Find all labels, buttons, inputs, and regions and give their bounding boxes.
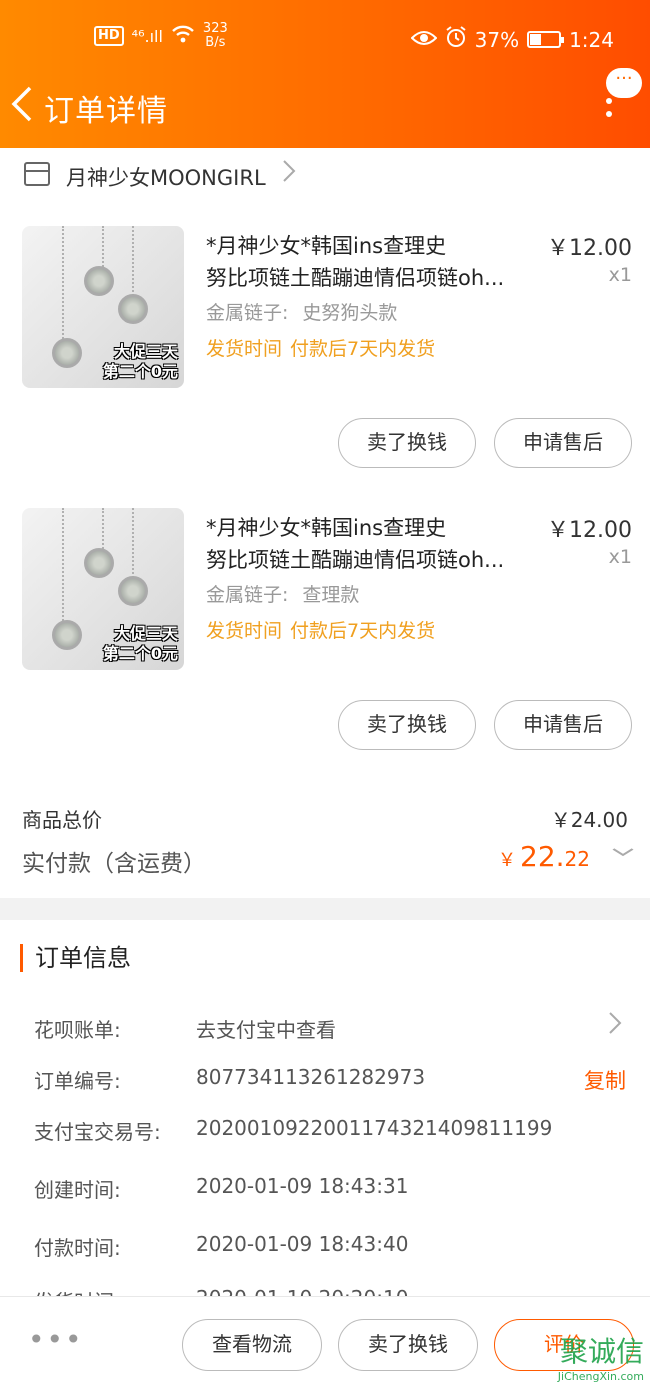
info-label: 付款时间:: [34, 1236, 121, 1260]
promo-label: 大促三天 第二个0元: [103, 342, 178, 382]
eye-icon: [410, 28, 438, 52]
info-value: 2020-01-09 18:43:31: [196, 1174, 409, 1198]
signal-icon: ⁴⁶.ıll: [131, 26, 163, 46]
copy-button[interactable]: 复制: [584, 1065, 626, 1095]
sell-button[interactable]: 卖了换钱: [338, 418, 476, 468]
ship-value: 付款后7天内发货: [290, 620, 436, 642]
shipping-time: 发货时间 付款后7天内发货: [206, 334, 435, 361]
goods-total-value: ￥24.00: [550, 808, 628, 832]
sell-button[interactable]: 卖了换钱: [338, 1319, 478, 1371]
paid-amount-label: 实付款（含运费）: [22, 851, 206, 877]
info-value: 2020-01-09 18:43:40: [196, 1232, 409, 1256]
chevron-right-icon: [282, 158, 296, 190]
shop-name: 月神少女MOONGIRL: [66, 166, 266, 190]
battery-icon: [527, 31, 565, 48]
wifi-icon: [171, 24, 195, 49]
more-menu-icon[interactable]: [606, 98, 612, 124]
ship-value: 付款后7天内发货: [290, 338, 436, 360]
watermark-text: 聚诚信: [559, 1335, 644, 1368]
product-price: ￥12.00: [547, 236, 632, 261]
chevron-right-icon: [608, 1010, 622, 1043]
product-sku: 金属链子: 查理款: [206, 580, 359, 607]
product-sku: 金属链子: 史努狗头款: [206, 298, 397, 325]
promo-label: 大促三天 第二个0元: [103, 624, 178, 664]
product-image[interactable]: 大促三天 第二个0元: [22, 226, 184, 388]
product-title-line-1: *月神少女*韩国ins查理史: [206, 516, 447, 540]
promo-line-2: 第二个0元: [102, 644, 178, 663]
currency-symbol: ￥: [498, 850, 517, 871]
section-divider: [0, 898, 650, 920]
after-sale-button[interactable]: 申请售后: [494, 700, 632, 750]
chevron-down-icon[interactable]: [612, 840, 634, 865]
back-chevron-icon[interactable]: [8, 84, 34, 131]
view-logistics-button[interactable]: 查看物流: [182, 1319, 322, 1371]
after-sale-button[interactable]: 申请售后: [494, 418, 632, 468]
info-row-huabei[interactable]: 花呗账单: 去支付宝中查看: [0, 1012, 650, 1054]
shop-row[interactable]: 月神少女MOONGIRL: [0, 148, 650, 204]
shipping-time: 发货时间 付款后7天内发货: [206, 616, 435, 643]
store-icon: [24, 162, 50, 186]
goods-total-label: 商品总价: [22, 808, 102, 832]
battery-percent: 37%: [474, 27, 520, 52]
paid-amount-value[interactable]: ￥ 22.22: [498, 840, 590, 873]
watermark-site: JiChengXin.com: [557, 1370, 644, 1383]
promo-line-1: 大促三天: [113, 342, 178, 361]
sell-button[interactable]: 卖了换钱: [338, 700, 476, 750]
net-speed-unit: B/s: [205, 35, 226, 50]
product-price: ￥12.00: [547, 518, 632, 543]
net-speed-value: 323: [202, 21, 228, 36]
promo-line-2: 第二个0元: [102, 362, 178, 381]
price-summary: 商品总价 ￥24.00 实付款（含运费） ￥ 22.22: [0, 800, 650, 898]
promo-line-1: 大促三天: [113, 624, 178, 643]
product-quantity: x1: [608, 264, 632, 286]
sku-label: 金属链子:: [206, 584, 289, 606]
sku-value: 查理款: [302, 584, 360, 606]
info-label: 订单编号:: [34, 1069, 121, 1093]
bottom-action-bar: ••• 查看物流 卖了换钱 评价 聚诚信 JiChengXin.com: [0, 1296, 650, 1390]
header-bar: HD ⁴⁶.ıll 323 B/s 37% 1:24 订单详情 ···: [0, 0, 650, 148]
info-value: 807734113261282973: [196, 1065, 426, 1089]
sku-label: 金属链子:: [206, 302, 289, 324]
order-item: 大促三天 第二个0元 *月神少女*韩国ins查理史 努比项链土酷蹦迪情侣项链oh…: [0, 508, 650, 778]
net-speed: 323 B/s: [203, 22, 228, 50]
order-item: 大促三天 第二个0元 *月神少女*韩国ins查理史 努比项链土酷蹦迪情侣项链oh…: [0, 226, 650, 496]
info-label: 支付宝交易号:: [34, 1120, 161, 1144]
product-title-line-1: *月神少女*韩国ins查理史: [206, 234, 447, 258]
product-title[interactable]: *月神少女*韩国ins查理史 努比项链土酷蹦迪情侣项链oh...: [206, 512, 536, 576]
order-info-title: 订单信息: [20, 944, 131, 972]
message-bubble-icon[interactable]: ···: [606, 68, 642, 98]
info-label: 花呗账单:: [34, 1018, 121, 1042]
info-row-created-time: 创建时间: 2020-01-09 18:43:31: [0, 1174, 650, 1214]
product-quantity: x1: [608, 546, 632, 568]
product-image[interactable]: 大促三天 第二个0元: [22, 508, 184, 670]
ship-label: 发货时间: [206, 338, 283, 360]
nav-bar: 订单详情 ···: [0, 68, 650, 136]
sku-value: 史努狗头款: [302, 302, 398, 324]
product-title-line-2: 努比项链土酷蹦迪情侣项链oh...: [206, 266, 505, 290]
info-value: 2020010922001174321409811199: [196, 1116, 553, 1140]
watermark-logo: 聚诚信 JiChengXin.com: [526, 1334, 650, 1390]
paid-amount-decimal: 22: [564, 847, 590, 871]
product-title[interactable]: *月神少女*韩国ins查理史 努比项链土酷蹦迪情侣项链oh...: [206, 230, 536, 294]
info-row-alipay-number: 支付宝交易号: 2020010922001174321409811199: [0, 1116, 650, 1156]
ship-label: 发货时间: [206, 620, 283, 642]
more-actions-icon[interactable]: •••: [28, 1326, 84, 1354]
product-title-line-2: 努比项链土酷蹦迪情侣项链oh...: [206, 548, 505, 572]
page-title: 订单详情: [44, 94, 168, 129]
alarm-icon: [445, 26, 467, 53]
hd-badge: HD: [94, 26, 124, 46]
info-label: 创建时间:: [34, 1178, 121, 1202]
paid-amount-int: 22.: [520, 840, 565, 873]
info-row-order-number: 订单编号: 807734113261282973 复制: [0, 1065, 650, 1105]
info-row-paid-time: 付款时间: 2020-01-09 18:43:40: [0, 1232, 650, 1272]
info-value: 去支付宝中查看: [196, 1018, 336, 1042]
status-bar: HD ⁴⁶.ıll 323 B/s 37% 1:24: [0, 22, 650, 56]
clock-time: 1:24: [569, 27, 614, 52]
